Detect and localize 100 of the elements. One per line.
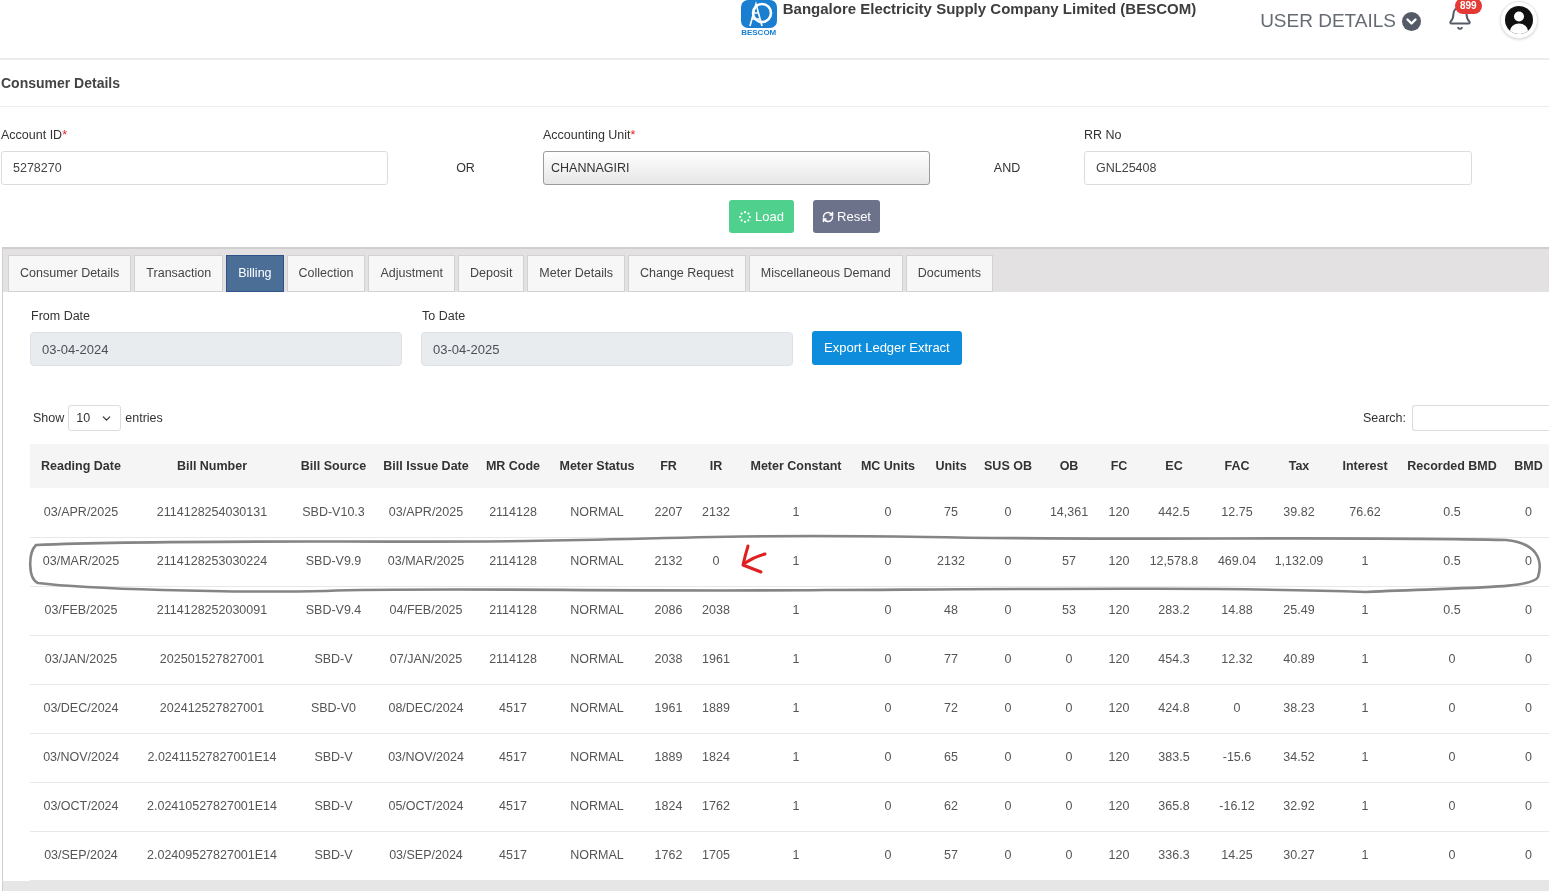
field-label: Account ID xyxy=(1,126,63,144)
table-cell: 0 xyxy=(1508,684,1549,733)
field-label: Accounting Unit xyxy=(543,126,631,144)
table-cell: 57 xyxy=(924,831,978,880)
table-cell: 0 xyxy=(1508,635,1549,684)
column-header: FAC xyxy=(1210,444,1264,488)
table-cell: 120 xyxy=(1100,831,1138,880)
table-cell: 38.23 xyxy=(1264,684,1334,733)
tab[interactable]: Transaction xyxy=(134,255,224,292)
table-cell: 0 xyxy=(852,684,924,733)
table-cell: 202412527827001 xyxy=(132,684,292,733)
table-cell: 0 xyxy=(852,537,924,586)
horizontal-scrollbar[interactable] xyxy=(3,880,1549,891)
table-cell: 03/APR/2025 xyxy=(375,488,477,537)
table-cell: 2114128 xyxy=(477,537,549,586)
table-cell: 0 xyxy=(1038,831,1100,880)
field-label: To Date xyxy=(421,308,467,324)
user-details-menu[interactable]: USER DETAILS xyxy=(1260,9,1421,33)
table-cell: 0 xyxy=(852,488,924,537)
table-cell: 1961 xyxy=(692,635,740,684)
table-cell: 0 xyxy=(1396,684,1508,733)
table-cell: 2114128 xyxy=(477,488,549,537)
table-cell: 0 xyxy=(1210,684,1264,733)
chevron-down-icon xyxy=(1402,11,1421,31)
table-cell: 2.02409527827001E14 xyxy=(132,831,292,880)
tab[interactable]: Deposit xyxy=(457,255,525,292)
reset-button[interactable]: Reset xyxy=(813,200,880,233)
table-cell: 0 xyxy=(1508,782,1549,831)
tab[interactable]: Adjustment xyxy=(368,255,455,292)
entries-label: entries xyxy=(125,409,163,427)
table-cell: 12.32 xyxy=(1210,635,1264,684)
table-cell: NORMAL xyxy=(549,684,645,733)
search-label: Search: xyxy=(1362,409,1406,427)
tab[interactable]: Billing xyxy=(226,255,284,292)
table-cell: 0 xyxy=(1038,733,1100,782)
notification-badge: 899 xyxy=(1455,0,1482,14)
table-cell: 0 xyxy=(1038,782,1100,831)
date-field[interactable]: 03-04-2025 xyxy=(421,332,793,366)
tab[interactable]: Change Request xyxy=(628,255,746,292)
table-cell: 1 xyxy=(1334,782,1396,831)
input-field[interactable]: GNL25408 xyxy=(1084,151,1472,185)
table-cell: 1 xyxy=(740,537,852,586)
table-cell: SBD-V10.3 xyxy=(292,488,375,537)
column-header: Interest xyxy=(1334,444,1396,488)
connector-text: AND xyxy=(993,159,1021,177)
table-cell: 1 xyxy=(740,586,852,635)
table-cell: 1824 xyxy=(692,733,740,782)
tab[interactable]: Collection xyxy=(286,255,366,292)
tab[interactable]: Meter Details xyxy=(527,255,625,292)
table-cell: 03/JAN/2025 xyxy=(30,635,132,684)
table-cell: 03/MAR/2025 xyxy=(375,537,477,586)
table-cell: 1 xyxy=(740,782,852,831)
table-cell: NORMAL xyxy=(549,782,645,831)
table-cell: 57 xyxy=(1038,537,1100,586)
table-cell: 0.5 xyxy=(1396,586,1508,635)
input-field[interactable]: 5278270 xyxy=(1,151,388,185)
table-cell: 1 xyxy=(740,831,852,880)
column-header: FC xyxy=(1100,444,1138,488)
table-cell: 2114128254030131 xyxy=(132,488,292,537)
table-cell: 1 xyxy=(1334,635,1396,684)
column-header: SUS OB xyxy=(978,444,1038,488)
refresh-icon xyxy=(822,210,834,223)
table-cell: 0 xyxy=(852,586,924,635)
table-cell: 336.3 xyxy=(1138,831,1210,880)
table-cell: 1705 xyxy=(692,831,740,880)
table-cell: 1 xyxy=(1334,831,1396,880)
table-cell: 12,578.8 xyxy=(1138,537,1210,586)
column-header: Bill Source xyxy=(292,444,375,488)
table-cell: NORMAL xyxy=(549,733,645,782)
tab[interactable]: Documents xyxy=(905,255,993,292)
table-cell: 4517 xyxy=(477,733,549,782)
table-cell: 0 xyxy=(1038,684,1100,733)
table-cell: 2086 xyxy=(645,586,692,635)
search-field[interactable] xyxy=(1412,405,1549,431)
table-cell: 1889 xyxy=(645,733,692,782)
table-cell: 40.89 xyxy=(1264,635,1334,684)
column-header: IR xyxy=(692,444,740,488)
table-cell: 14.25 xyxy=(1210,831,1264,880)
export-ledger-button[interactable]: Export Ledger Extract xyxy=(812,331,962,365)
spinner-icon xyxy=(739,210,752,223)
tab[interactable]: Consumer Details xyxy=(8,255,132,292)
page-size-select[interactable]: 10 xyxy=(68,405,122,431)
table-cell: 2.02411527827001E14 xyxy=(132,733,292,782)
table-cell: 1 xyxy=(1334,684,1396,733)
table-cell: 03/SEP/2024 xyxy=(375,831,477,880)
tab[interactable]: Miscellaneous Demand xyxy=(748,255,903,292)
table-cell: 39.82 xyxy=(1264,488,1334,537)
table-cell: 2114128253030224 xyxy=(132,537,292,586)
table-cell: 03/NOV/2024 xyxy=(375,733,477,782)
table-cell: SBD-V xyxy=(292,782,375,831)
table-cell: 0 xyxy=(978,586,1038,635)
table-cell: 34.52 xyxy=(1264,733,1334,782)
date-field[interactable]: 03-04-2024 xyxy=(30,332,402,366)
table-cell: 0 xyxy=(978,831,1038,880)
select-field[interactable]: CHANNAGIRI xyxy=(543,151,930,185)
table-cell: 1961 xyxy=(645,684,692,733)
column-header: MR Code xyxy=(477,444,549,488)
avatar-button[interactable] xyxy=(1500,1,1538,39)
table-cell: 12.75 xyxy=(1210,488,1264,537)
table-cell: 469.04 xyxy=(1210,537,1264,586)
